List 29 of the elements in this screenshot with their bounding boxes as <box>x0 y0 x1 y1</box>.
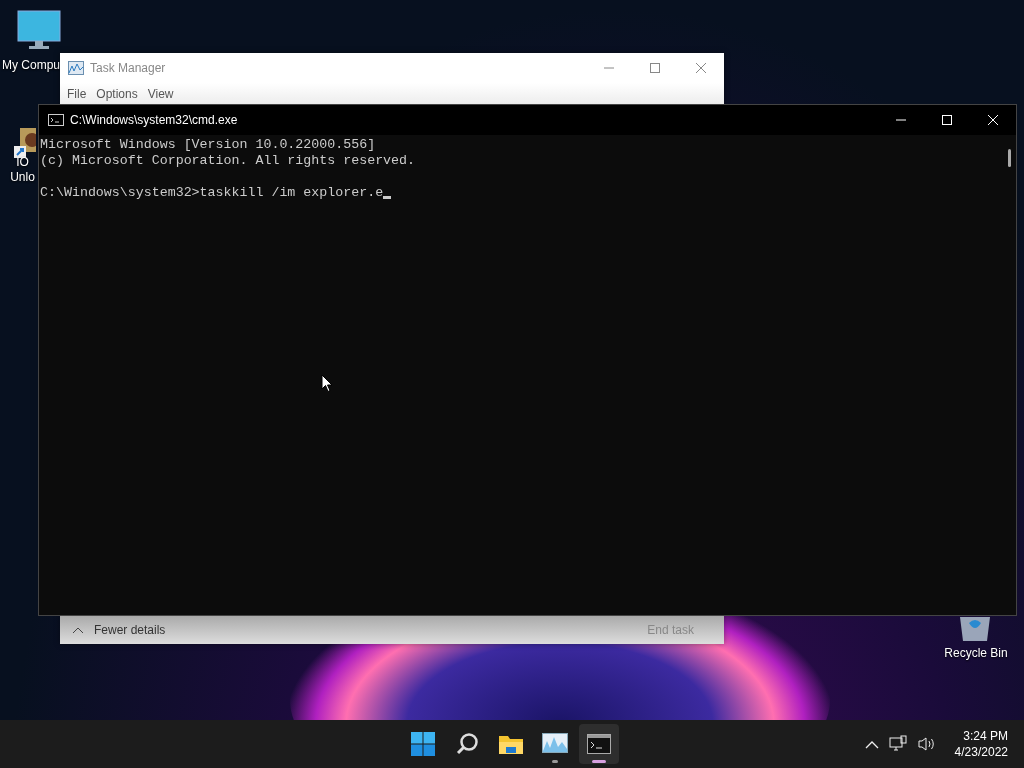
clock-time[interactable]: 3:24 PM <box>963 728 1008 744</box>
taskbar-app[interactable] <box>579 724 619 764</box>
text-cursor <box>383 196 392 199</box>
desktop-icon-label[interactable]: My Compu <box>2 58 60 73</box>
command-line: C:\Windows\system32>taskkill /im explorer.e <box>40 185 384 201</box>
menu-item[interactable]: File <box>64 87 90 101</box>
fewer-details-link[interactable]: Fewer details <box>94 623 166 637</box>
terminal-icon <box>48 114 64 126</box>
chevron-up-icon[interactable] <box>72 626 84 634</box>
windows-logo-icon[interactable] <box>411 732 435 756</box>
menu-item[interactable]: Options <box>93 87 141 101</box>
folder-icon[interactable] <box>498 733 524 755</box>
recycle-bin-icon[interactable] <box>958 617 992 641</box>
search-icon[interactable] <box>455 732 479 756</box>
network-icon[interactable] <box>888 735 907 753</box>
chart-icon <box>68 61 84 75</box>
console-line: (c) Microsoft Corporation. All rights reserved. <box>40 153 416 169</box>
terminal-icon[interactable] <box>587 734 611 754</box>
desktop-icon-label[interactable]: Unlo <box>10 170 35 185</box>
speaker-icon[interactable] <box>916 735 937 753</box>
mouse-pointer-icon <box>321 374 333 393</box>
window-title: Task Manager <box>90 61 166 75</box>
desktop-icon-label[interactable]: Recycle Bin <box>944 646 1008 661</box>
clock-date[interactable]: 4/23/2022 <box>954 744 1008 760</box>
chart-icon[interactable] <box>542 733 568 755</box>
menu-item[interactable]: View <box>144 87 177 101</box>
window-title: C:\Windows\system32\cmd.exe <box>70 113 238 127</box>
computer-icon[interactable] <box>17 10 61 50</box>
console-line: Microsoft Windows [Version 10.0.22000.556] <box>40 137 376 153</box>
